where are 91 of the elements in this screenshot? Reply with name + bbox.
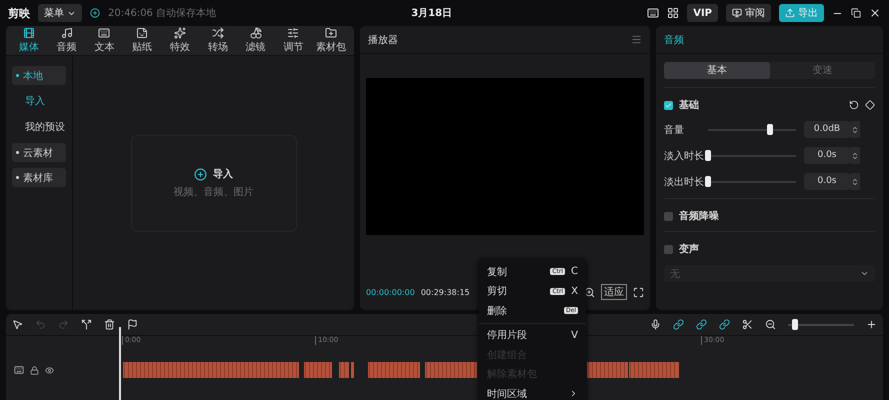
sidebar-item[interactable]: 素材库	[12, 168, 66, 187]
import-card[interactable]: 导入 视频、音频、图片	[130, 134, 296, 232]
media-tab[interactable]: 贴纸	[123, 26, 162, 55]
section-title: 变声	[679, 242, 699, 256]
sidebar-subitem[interactable]: 我的预设	[12, 117, 66, 137]
menu-item[interactable]: 停用片段 V	[479, 326, 586, 345]
chevron-down-icon	[860, 269, 869, 278]
value-field[interactable]: 0.0s	[804, 173, 850, 190]
fit-button[interactable]: 适应	[601, 284, 627, 300]
link-icon[interactable]	[673, 319, 684, 330]
import-label: 导入	[213, 168, 233, 181]
reset-icon[interactable]	[849, 100, 859, 110]
inspector-tab[interactable]: 基本	[664, 62, 770, 79]
media-tab[interactable]: 媒体	[10, 26, 48, 55]
delete-icon[interactable]	[104, 319, 115, 330]
split-icon[interactable]	[81, 319, 92, 330]
import-hint: 视频、音频、图片	[174, 186, 254, 199]
text-icon	[14, 365, 24, 375]
media-tab[interactable]: 转场	[198, 26, 237, 55]
section-title: 音频降噪	[679, 209, 719, 223]
duration: 00:29:38:15	[420, 288, 470, 296]
media-tab[interactable]: 素材包	[312, 26, 350, 55]
autosave-status: 20:46:06 自动保存本地	[108, 6, 216, 20]
stepper[interactable]	[850, 147, 860, 164]
fullscreen-icon[interactable]	[633, 286, 644, 298]
zoom-slider-thumb[interactable]	[792, 318, 798, 330]
keyboard-icon[interactable]	[647, 7, 660, 19]
slider-thumb[interactable]	[705, 150, 711, 160]
lock-icon[interactable]	[30, 366, 39, 374]
value-field[interactable]: 0.0s	[804, 147, 850, 164]
app-logo: 剪映	[8, 6, 30, 20]
slider-thumb[interactable]	[766, 124, 773, 134]
media-tab[interactable]: 特效	[161, 26, 199, 55]
menu-icon[interactable]	[631, 34, 642, 45]
vip-button[interactable]: VIP	[687, 4, 718, 22]
value-field[interactable]: 0.0dB	[804, 121, 850, 138]
sticker-tab-icon	[136, 27, 148, 39]
link-icon[interactable]	[719, 319, 730, 330]
up-down-icon	[851, 152, 859, 160]
adjust-tab-icon	[287, 27, 300, 39]
stepper[interactable]	[850, 173, 860, 190]
zoom-icon[interactable]	[584, 286, 595, 298]
checkbox[interactable]	[664, 100, 673, 110]
media-tab[interactable]: 滤镜	[236, 26, 274, 55]
media-tab[interactable]: 调节	[274, 26, 312, 55]
section-title: 基础	[679, 98, 699, 112]
slider-thumb[interactable]	[705, 176, 711, 186]
menu-item[interactable]: 时间区域	[479, 384, 586, 400]
property-label: 淡入时长	[664, 150, 705, 162]
media-tab-icon	[22, 27, 35, 39]
flag-icon[interactable]	[127, 319, 138, 330]
sidebar-item[interactable]: 云素材	[12, 143, 66, 162]
link-icon[interactable]	[696, 319, 707, 330]
up-down-icon	[851, 126, 859, 134]
sidebar-subitem[interactable]: 导入	[12, 91, 66, 111]
keyframe-icon[interactable]	[865, 100, 875, 110]
transition-tab-icon	[212, 27, 224, 39]
panel-title: 播放器	[368, 34, 398, 46]
zoom-out-icon[interactable]	[765, 319, 776, 330]
layout-icon[interactable]	[667, 7, 680, 19]
media-tab[interactable]: 音频	[48, 26, 86, 55]
eye-icon[interactable]	[45, 366, 54, 374]
zoom-in-icon[interactable]	[866, 319, 877, 330]
up-down-icon	[851, 178, 859, 186]
audio-tab-icon	[60, 27, 73, 39]
scissors-icon[interactable]	[742, 319, 753, 330]
review-button[interactable]: 审阅	[726, 4, 772, 22]
checkbox[interactable]	[664, 244, 673, 254]
add-icon	[194, 168, 207, 180]
microphone-icon[interactable]	[650, 319, 661, 330]
pointer-icon[interactable]	[12, 319, 23, 330]
sidebar-item[interactable]: 本地	[12, 66, 66, 85]
project-title: 3月18日	[411, 7, 452, 20]
upload-icon	[785, 8, 796, 18]
property-label: 音量	[664, 124, 685, 136]
stepper[interactable]	[850, 121, 860, 138]
media-tab[interactable]: 文本	[86, 26, 124, 55]
pack-tab-icon	[325, 27, 338, 39]
menu-button[interactable]: 菜单	[38, 4, 82, 22]
close-icon[interactable]	[869, 7, 882, 19]
filter-tab-icon	[250, 27, 262, 39]
checkbox[interactable]	[664, 212, 673, 220]
text-tab-icon	[98, 27, 110, 39]
audio-clip-drawing[interactable]	[587, 362, 679, 378]
monitor-icon	[732, 8, 742, 18]
effect-tab-icon	[174, 27, 186, 39]
panel-title: 音频	[664, 34, 684, 46]
audio-clip-drawing[interactable]	[123, 362, 477, 378]
restore-icon[interactable]	[851, 8, 862, 18]
current-time: 00:00:00:00	[366, 288, 415, 296]
property-label: 淡出时长	[664, 176, 705, 188]
